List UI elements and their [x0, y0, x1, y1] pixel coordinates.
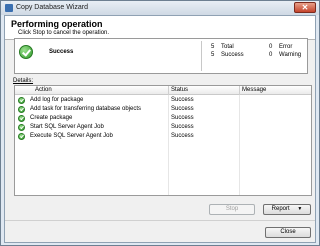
row-status: Success [171, 124, 194, 130]
table-row[interactable]: Add task for transferring database objec… [15, 105, 311, 114]
close-button[interactable]: Close [265, 227, 311, 238]
column-header-status[interactable]: Status [171, 87, 188, 93]
total-count: 5 [211, 44, 215, 50]
wizard-window: Copy Database Wizard ✕ Performing operat… [0, 0, 320, 246]
summary-divider [201, 41, 202, 71]
error-count: 0 [269, 44, 273, 50]
total-label: Total [221, 44, 234, 50]
table-row[interactable]: Create package Success [15, 114, 311, 123]
success-check-icon [18, 133, 25, 140]
row-action: Add task for transferring database objec… [30, 106, 142, 112]
dropdown-arrow-icon: ▼ [297, 206, 303, 212]
operation-summary-panel: Success 5 Total 5 Success 0 Error 0 Warn… [14, 38, 308, 74]
column-header-message[interactable]: Message [242, 87, 266, 93]
overall-status: Success [49, 49, 74, 55]
row-status: Success [171, 106, 194, 112]
row-status: Success [171, 115, 194, 121]
column-separator [239, 86, 240, 95]
warning-label: Warning [279, 52, 302, 58]
details-grid[interactable]: Action Status Message Add log for packag… [14, 85, 312, 196]
title-bar: Copy Database Wizard ✕ [1, 1, 319, 15]
warning-count: 0 [269, 52, 273, 58]
table-row[interactable]: Add log for package Success [15, 96, 311, 105]
row-status: Success [171, 133, 194, 139]
row-action: Create package [30, 115, 73, 121]
grid-header: Action Status Message [15, 86, 311, 95]
success-check-icon [18, 97, 25, 104]
table-row[interactable]: Start SQL Server Agent Job Success [15, 123, 311, 132]
success-check-icon [18, 124, 25, 131]
details-label: Details: [13, 78, 34, 84]
success-count: 5 [211, 52, 215, 58]
error-label: Error [279, 44, 293, 50]
column-header-action[interactable]: Action [35, 87, 52, 93]
success-check-icon [18, 115, 25, 122]
row-action: Add log for package [30, 97, 84, 103]
report-button-label: Report [271, 206, 290, 212]
column-separator [168, 86, 169, 95]
success-label: Success [221, 52, 244, 58]
footer-divider [5, 220, 315, 221]
row-status: Success [171, 97, 194, 103]
row-action: Execute SQL Server Agent Job [30, 133, 113, 139]
page-title: Performing operation [11, 19, 103, 29]
table-row[interactable]: Execute SQL Server Agent Job Success [15, 132, 311, 141]
success-check-icon [18, 106, 25, 113]
page-header: Performing operation Click Stop to cance… [5, 16, 315, 40]
stop-button[interactable]: Stop [209, 204, 255, 215]
database-wizard-icon [5, 4, 13, 12]
window-close-button[interactable]: ✕ [294, 2, 316, 13]
wizard-client-area: Performing operation Click Stop to cance… [4, 15, 316, 243]
report-button[interactable]: Report ▼ [263, 204, 311, 215]
row-action: Start SQL Server Agent Job [30, 124, 104, 130]
page-subtitle: Click Stop to cancel the operation. [18, 30, 110, 36]
window-title: Copy Database Wizard [16, 4, 88, 11]
success-check-icon [19, 45, 33, 59]
